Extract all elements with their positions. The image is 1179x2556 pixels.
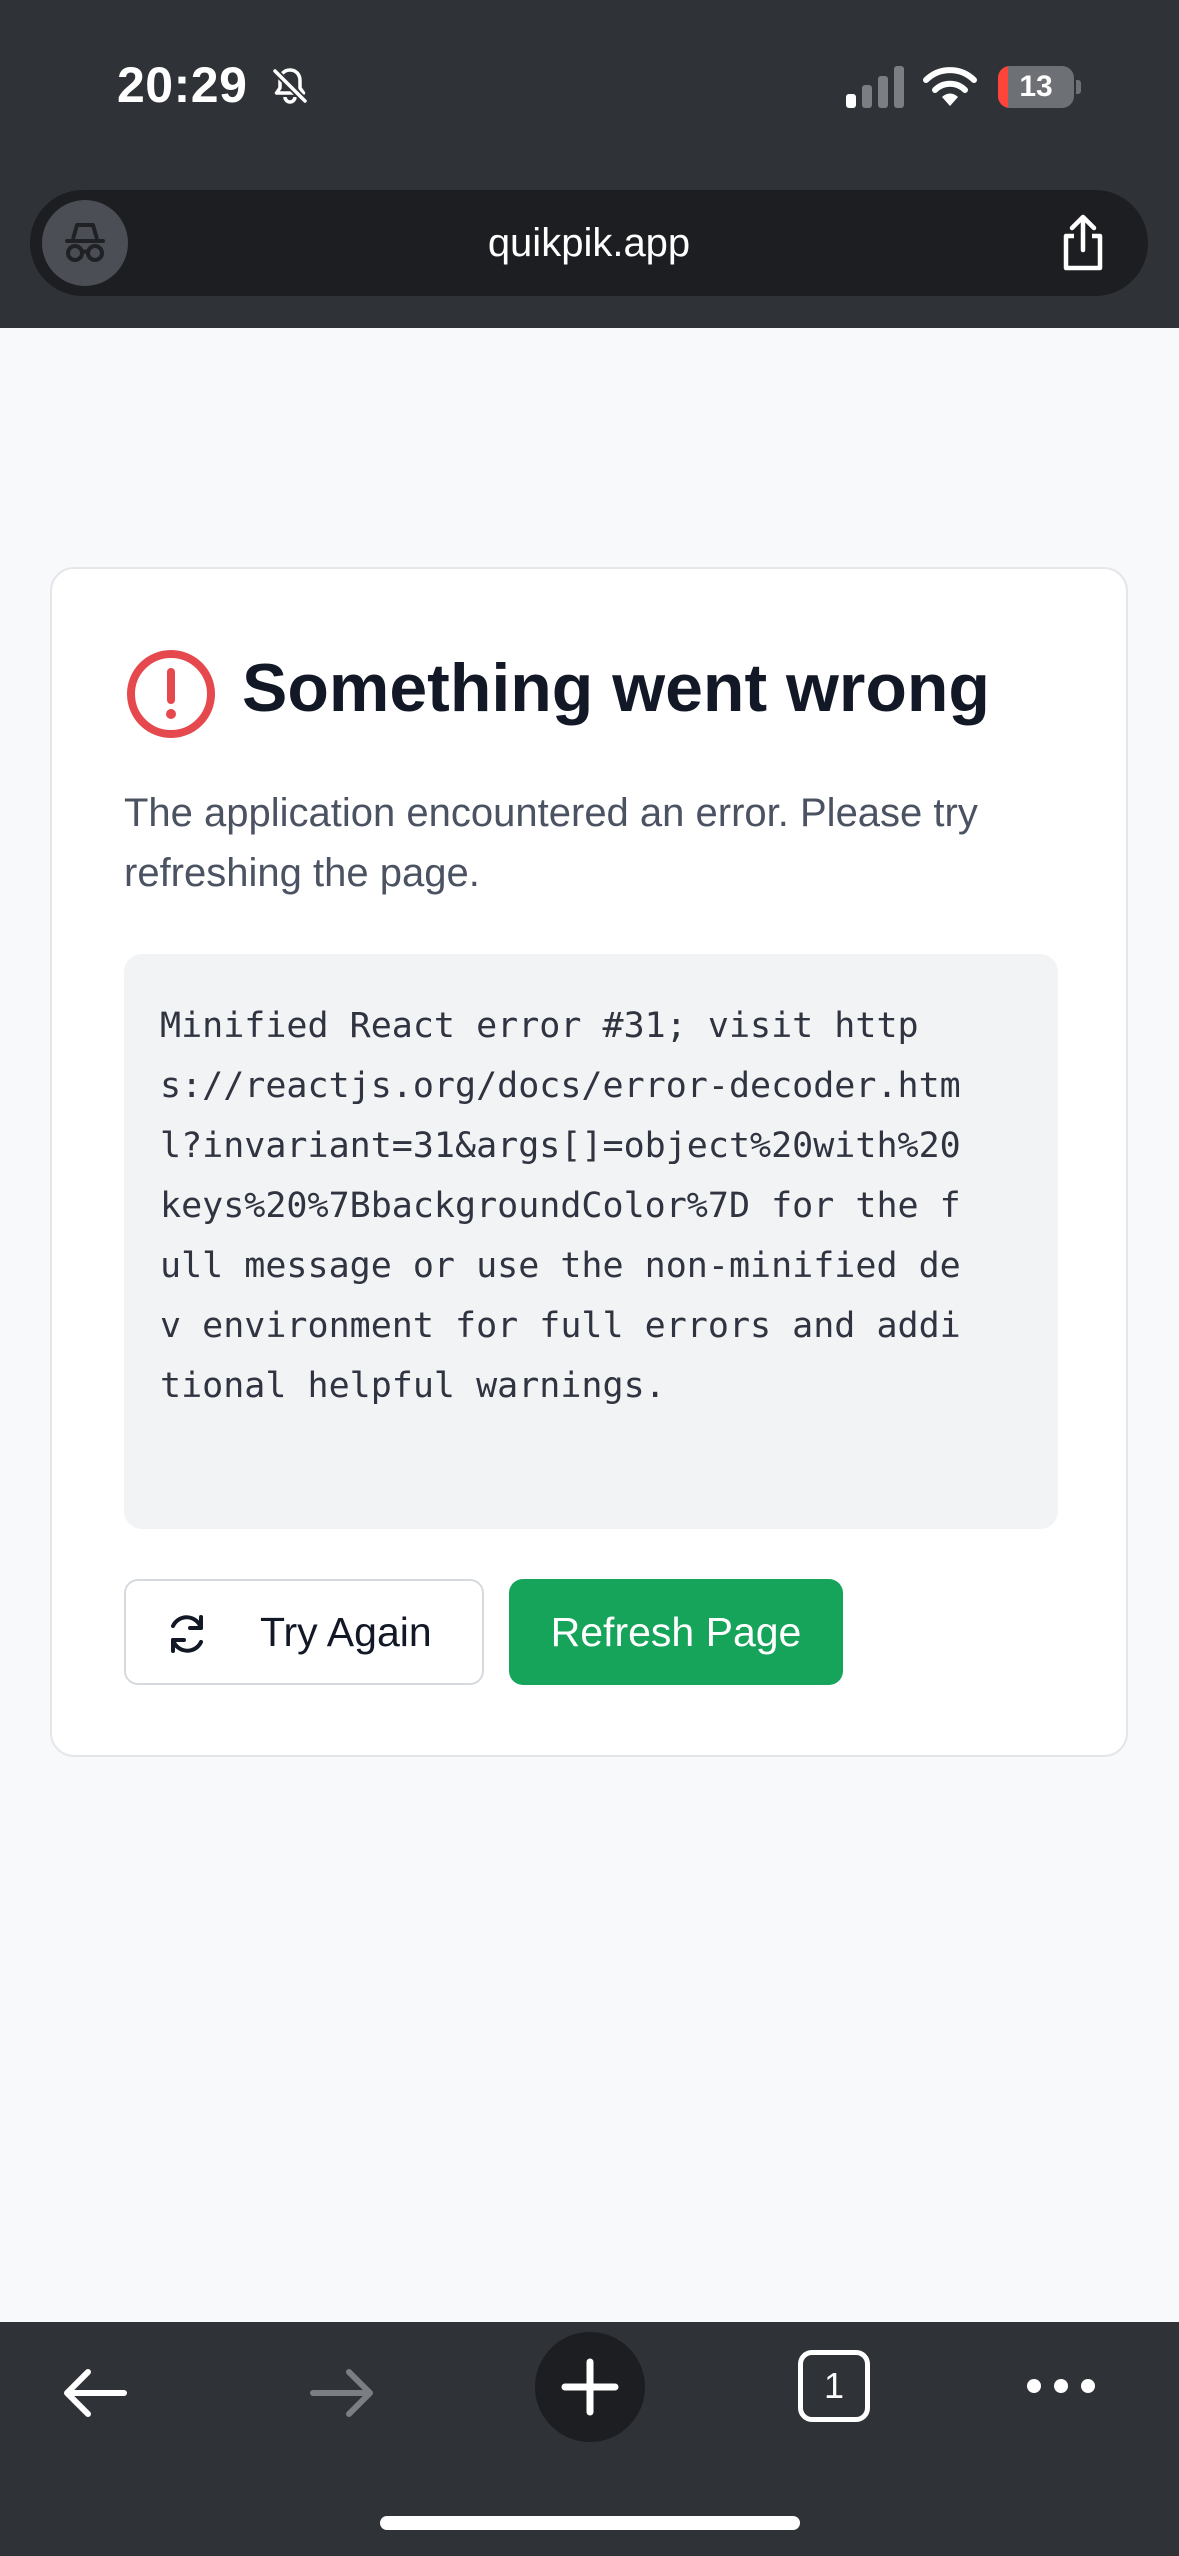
share-icon[interactable] xyxy=(1050,210,1116,276)
error-card: Something went wrong The application enc… xyxy=(50,567,1128,1757)
battery-level: 13 xyxy=(1019,70,1053,103)
error-description: The application encountered an error. Pl… xyxy=(124,791,978,895)
refresh-icon xyxy=(171,1615,203,1653)
battery-body: 13 xyxy=(998,66,1074,108)
refresh-page-button[interactable]: Refresh Page xyxy=(509,1579,843,1685)
status-bar: 20:29 13 xyxy=(0,0,1179,175)
battery-indicator: 13 xyxy=(998,66,1081,108)
home-indicator[interactable] xyxy=(380,2516,800,2530)
back-arrow-icon[interactable] xyxy=(58,2356,132,2430)
plus-icon xyxy=(561,2358,619,2416)
address-bar[interactable]: quikpik.app xyxy=(30,190,1148,296)
url-text[interactable]: quikpik.app xyxy=(30,190,1148,296)
error-alert-icon xyxy=(127,650,215,738)
bell-muted-icon xyxy=(272,68,308,104)
more-options-icon[interactable] xyxy=(1024,2366,1098,2406)
try-again-button[interactable]: Try Again xyxy=(124,1579,484,1685)
tab-count-button[interactable]: 1 xyxy=(798,2350,870,2422)
forward-arrow-icon[interactable] xyxy=(305,2356,379,2430)
try-again-label: Try Again xyxy=(260,1609,432,1655)
cellular-signal-icon xyxy=(846,66,904,108)
browser-top-bar: 20:29 13 quikpik.app xyxy=(0,0,1179,328)
error-message-box: Minified React error #31; visit http s:/… xyxy=(124,954,1058,1529)
error-title: Something went wrong xyxy=(242,650,990,726)
wifi-icon xyxy=(923,67,977,106)
new-tab-button[interactable] xyxy=(535,2332,645,2442)
status-time: 20:29 xyxy=(117,57,248,113)
battery-tip xyxy=(1076,80,1081,94)
